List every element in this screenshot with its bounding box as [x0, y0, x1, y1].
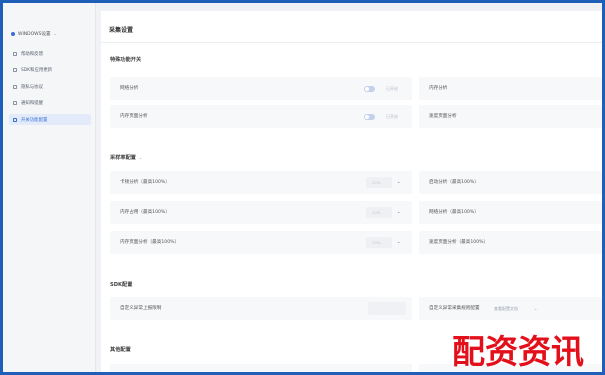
sidebar-item-sdk-update[interactable]: SDK和应用更新: [9, 65, 91, 76]
sidebar-item-label: 隐私与协议: [21, 84, 43, 90]
bell-icon: [13, 101, 17, 105]
sidebar-item-help[interactable]: 帮助和反馈: [9, 48, 91, 59]
toggle-switch[interactable]: [364, 113, 375, 120]
setting-label: 网络分析（最高100%）: [429, 210, 479, 215]
setting-label: 卡顿分析（最高100%）: [120, 180, 170, 185]
chevron-down-icon[interactable]: ⌄: [397, 209, 400, 214]
setting-row: 内存页面分析（最高100%） 10% ⌄: [110, 231, 412, 254]
setting-label: 内存页面分析: [120, 114, 148, 119]
setting-row: 内存占用（最高100%） 10% ⌄: [110, 201, 412, 224]
sidebar-item-feature-config[interactable]: 开关功能配置: [9, 114, 91, 125]
sidebar-nav: 帮助和反馈 SDK和应用更新 隐私与协议 通知和提醒 开关功能配置: [9, 48, 91, 131]
privacy-icon: [13, 84, 17, 89]
setting-label: 自定义异常采集规则配置: [429, 306, 480, 311]
sidebar: WINDOWS设置 ⌄ 帮助和反馈 SDK和应用更新 隐私与协议 通知和提醒 开…: [3, 3, 96, 372]
section-title-sampling: 采样率配置 ⌄: [110, 154, 142, 161]
toggle-status: 已开启: [386, 114, 398, 119]
rate-value: 10%: [372, 210, 381, 215]
rate-value: 10%: [372, 180, 381, 185]
setting-row: 启动分析（最高100%）: [419, 171, 602, 194]
section-title-sdk: SDK配置: [110, 282, 133, 288]
settings-icon: [13, 117, 17, 122]
rate-select[interactable]: 10%: [366, 237, 392, 248]
setting-row: 内存页面分析 已开启: [110, 105, 412, 128]
section-title-text: 采样率配置: [110, 155, 136, 161]
page-title: 采集设置: [109, 27, 134, 34]
chevron-down-icon[interactable]: ⌄: [397, 239, 400, 244]
setting-label: 内存分析: [429, 86, 448, 91]
setting-row: 速度页面分析: [419, 105, 602, 128]
sidebar-item-label: 帮助和反馈: [21, 51, 43, 57]
setting-label: 内存占用（最高100%）: [120, 210, 170, 215]
config-doc-link[interactable]: 查看配置文档: [494, 306, 518, 312]
workspace-selector[interactable]: WINDOWS设置 ⌄: [11, 28, 83, 39]
setting-label: 内存页面分析（最高100%）: [120, 240, 180, 245]
setting-label: 速度页面分析: [429, 114, 457, 119]
setting-row: 自定义异常上报限制: [110, 297, 412, 320]
sidebar-item-label: 开关功能配置: [21, 117, 48, 123]
setting-label: 网络分析: [120, 86, 139, 91]
app-frame: WINDOWS设置 ⌄ 帮助和反馈 SDK和应用更新 隐私与协议 通知和提醒 开…: [3, 3, 602, 372]
divider: [101, 42, 602, 43]
main-panel: 采集设置 特殊功能开关 网络分析 已开启 内存分析 内存页面分析 已开启 速度页…: [101, 11, 602, 372]
section-title-other: 其他配置: [110, 347, 131, 353]
sidebar-item-privacy[interactable]: 隐私与协议: [9, 81, 91, 92]
setting-row: 卡顿分析（最高100%） 10% ⌄: [110, 171, 412, 194]
setting-row: [110, 364, 412, 372]
toggle-switch[interactable]: [364, 85, 375, 92]
section-title-features: 特殊功能开关: [110, 57, 142, 63]
workspace-dot-icon: [11, 31, 15, 36]
watermark-text: 配资资讯: [452, 332, 584, 371]
setting-row: 内存分析: [419, 77, 602, 100]
limit-input[interactable]: [368, 302, 406, 315]
chevron-down-icon[interactable]: ⌄: [534, 306, 537, 311]
sidebar-item-label: 通知和提醒: [21, 101, 43, 106]
rate-value: 10%: [372, 240, 381, 245]
workspace-label: WINDOWS设置: [18, 31, 51, 37]
rate-select[interactable]: 10%: [366, 207, 392, 218]
sidebar-item-label: SDK和应用更新: [21, 68, 53, 73]
setting-label: 速度页面分析（最高100%）: [429, 240, 489, 245]
setting-label: 自定义异常上报限制: [120, 306, 162, 311]
chevron-down-icon: ⌄: [53, 31, 57, 36]
setting-row: 速度页面分析（最高100%）: [419, 231, 602, 254]
setting-row: 网络分析 已开启: [110, 77, 412, 100]
help-icon: [13, 51, 17, 56]
chevron-down-icon[interactable]: ⌄: [397, 179, 400, 184]
chevron-down-icon[interactable]: ⌄: [139, 155, 142, 160]
sidebar-item-notifications[interactable]: 通知和提醒: [9, 98, 91, 109]
setting-label: 启动分析（最高100%）: [429, 180, 479, 185]
rate-select[interactable]: 10%: [366, 177, 392, 188]
toggle-status: 已开启: [386, 86, 398, 91]
update-icon: [13, 68, 17, 72]
setting-row: 网络分析（最高100%）: [419, 201, 602, 224]
setting-row: 自定义异常采集规则配置 查看配置文档 ⌄: [419, 297, 602, 320]
